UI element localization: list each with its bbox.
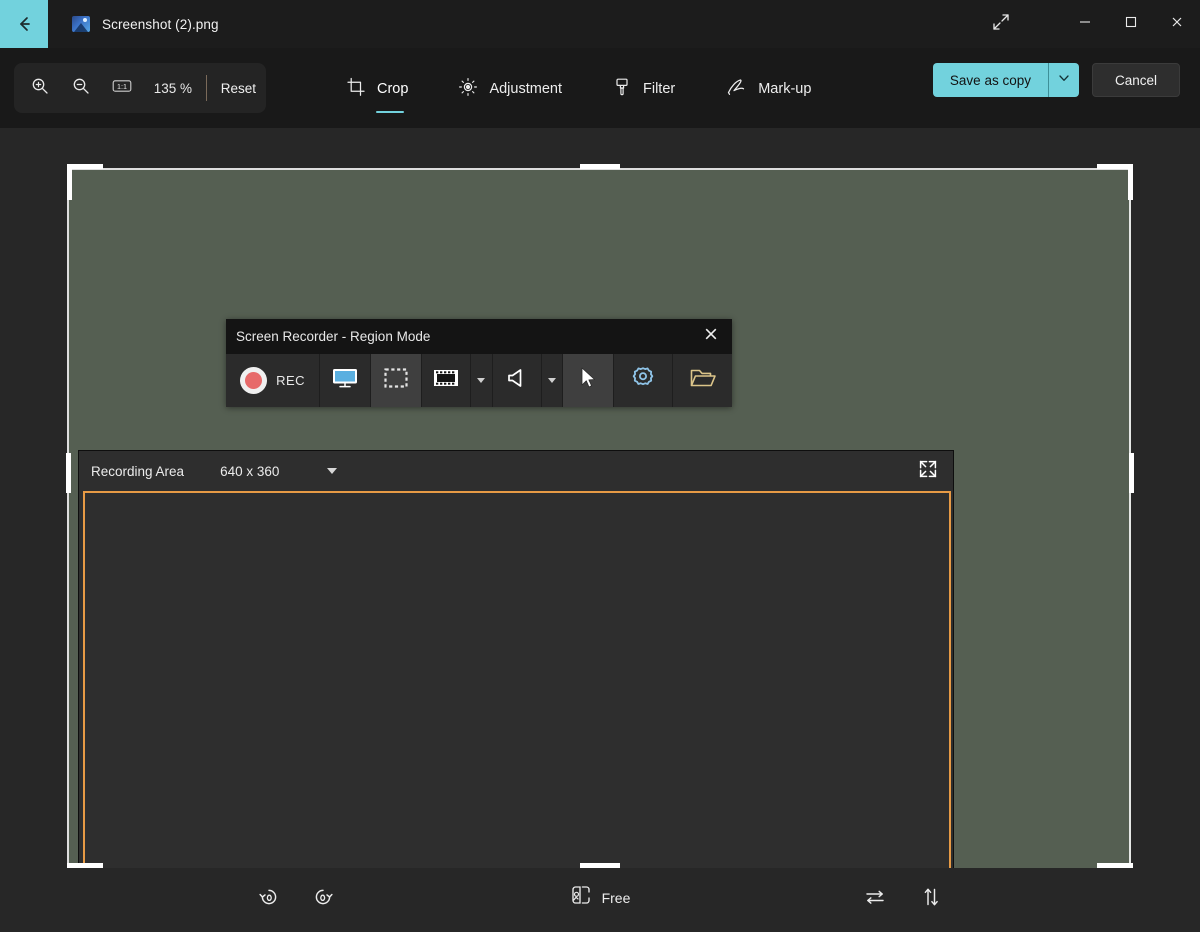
back-button[interactable] — [0, 0, 48, 48]
caret-down-icon[interactable] — [327, 468, 337, 474]
crop-handle-right-middle[interactable] — [1129, 453, 1134, 493]
screen-recorder-window: Screen Recorder - Region Mode REC — [226, 319, 732, 407]
flip-vertical-button[interactable] — [914, 882, 948, 916]
title-bar: Screenshot (2).png — [0, 0, 1200, 48]
toolbar-divider — [206, 75, 207, 101]
crop-handle-top-right-v[interactable] — [1128, 164, 1133, 200]
recording-area-label: Recording Area — [91, 464, 184, 479]
caret-down-icon — [477, 378, 485, 383]
recorder-close-button[interactable] — [698, 324, 724, 350]
tab-filter-label: Filter — [643, 81, 675, 97]
reset-button[interactable]: Reset — [211, 75, 266, 102]
chevron-down-icon — [1057, 71, 1071, 90]
cursor-arrow-icon — [577, 366, 599, 395]
filter-brush-icon — [612, 77, 632, 102]
maximize-button[interactable] — [1108, 0, 1154, 48]
record-label: REC — [276, 373, 305, 388]
maximize-icon — [1124, 15, 1138, 34]
close-icon — [1170, 15, 1184, 34]
crop-handle-left-middle[interactable] — [66, 453, 71, 493]
tab-adjustment[interactable]: Adjustment — [452, 65, 568, 111]
editor-toolbar: 1:1 135 % Reset Crop Adjustment Filter — [0, 48, 1200, 128]
speaker-icon — [505, 367, 529, 394]
folder-open-icon — [689, 366, 717, 395]
film-strip-icon — [432, 367, 460, 394]
tab-adjustment-label: Adjustment — [489, 81, 562, 97]
settings-button[interactable] — [614, 354, 673, 407]
tab-markup-label: Mark-up — [758, 81, 811, 97]
save-as-copy-button[interactable]: Save as copy — [933, 63, 1048, 97]
one-to-one-icon: 1:1 — [112, 79, 132, 98]
crop-line-left — [67, 168, 69, 900]
zoom-in-button[interactable] — [19, 66, 60, 110]
tab-crop-label: Crop — [377, 81, 408, 97]
recorder-title-label: Screen Recorder - Region Mode — [236, 329, 698, 344]
zoom-controls: 1:1 135 % Reset — [14, 63, 266, 113]
fullscreen-mode-button[interactable] — [320, 354, 371, 407]
region-mode-button[interactable] — [371, 354, 422, 407]
tab-filter[interactable]: Filter — [606, 65, 681, 111]
save-dropdown-button[interactable] — [1049, 63, 1079, 97]
audio-dropdown[interactable] — [542, 354, 564, 407]
tab-crop[interactable]: Crop — [340, 65, 414, 111]
cursor-button[interactable] — [563, 354, 614, 407]
back-arrow-icon — [13, 13, 35, 35]
bottom-toolbar: Free — [0, 868, 1200, 932]
flip-horizontal-icon — [863, 886, 887, 913]
record-button[interactable]: REC — [226, 354, 320, 407]
aspect-ratio-icon — [570, 884, 592, 911]
close-button[interactable] — [1154, 0, 1200, 48]
recorder-toolbar: REC — [226, 354, 732, 407]
file-name-label: Screenshot (2).png — [102, 17, 219, 32]
record-dot-icon — [240, 367, 267, 394]
flip-group — [858, 882, 948, 916]
image-file-icon — [72, 16, 90, 32]
zoom-in-icon — [30, 76, 50, 101]
recording-area-header: Recording Area 640 x 360 — [79, 451, 953, 491]
toolbar-actions: Save as copy Cancel — [933, 63, 1180, 97]
caret-down-icon — [548, 378, 556, 383]
recorder-title-bar: Screen Recorder - Region Mode — [226, 319, 732, 354]
actual-size-button[interactable]: 1:1 — [101, 66, 142, 110]
aspect-ratio-control[interactable]: Free — [0, 884, 1200, 911]
tab-active-indicator — [376, 111, 404, 114]
flip-horizontal-button[interactable] — [858, 882, 892, 916]
zoom-level-label: 135 % — [144, 81, 202, 96]
audio-button[interactable] — [493, 354, 542, 407]
brightness-icon — [458, 77, 478, 102]
recording-area-size-value: 640 x 360 — [220, 464, 279, 479]
recording-area-frame[interactable] — [83, 491, 951, 900]
open-folder-button[interactable] — [673, 354, 732, 407]
save-as-copy-group: Save as copy — [933, 63, 1079, 97]
svg-text:1:1: 1:1 — [117, 82, 127, 91]
minimize-icon — [1078, 15, 1092, 34]
tab-markup[interactable]: Mark-up — [719, 65, 817, 111]
video-dropdown[interactable] — [471, 354, 493, 407]
crop-line-right — [1129, 168, 1131, 900]
recording-area-expand-button[interactable] — [915, 458, 941, 484]
monitor-icon — [330, 366, 360, 395]
video-settings-button[interactable] — [422, 354, 471, 407]
zoom-out-button[interactable] — [60, 66, 101, 110]
flip-vertical-icon — [920, 885, 942, 914]
pen-markup-icon — [725, 77, 747, 102]
crop-handle-top-left[interactable] — [67, 164, 103, 169]
image-preview[interactable]: Screen Recorder - Region Mode REC — [69, 170, 1131, 900]
dashed-region-icon — [383, 367, 409, 394]
aspect-ratio-label: Free — [602, 890, 631, 906]
cancel-button[interactable]: Cancel — [1092, 63, 1180, 97]
editor-canvas: Screen Recorder - Region Mode REC — [0, 128, 1200, 932]
editor-tabs: Crop Adjustment Filter Mark-up — [340, 48, 817, 128]
recording-area-panel: Recording Area 640 x 360 0° — [78, 450, 954, 900]
crop-handle-top-center[interactable] — [580, 164, 620, 169]
minimize-button[interactable] — [1062, 0, 1108, 48]
close-icon — [703, 326, 719, 347]
gear-icon — [630, 365, 656, 396]
fullscreen-button[interactable] — [978, 0, 1024, 48]
expand-arrows-icon — [918, 459, 938, 484]
expand-diagonal-icon — [991, 12, 1011, 37]
zoom-out-icon — [71, 76, 91, 101]
crop-icon — [346, 77, 366, 102]
crop-handle-top-left-v[interactable] — [67, 164, 72, 200]
